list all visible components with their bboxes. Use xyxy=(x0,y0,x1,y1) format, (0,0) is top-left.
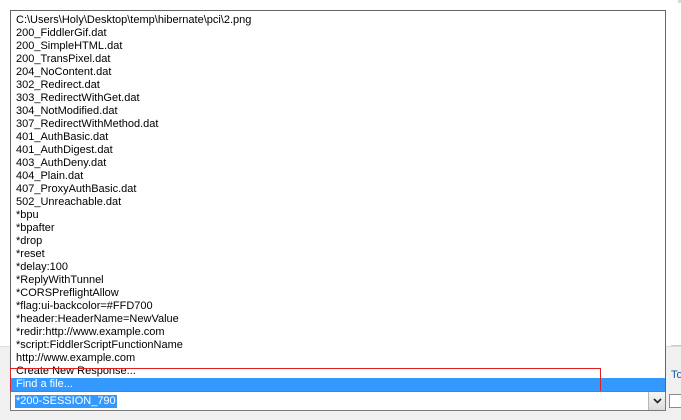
list-item-204-nocontent[interactable]: 204_NoContent.dat xyxy=(11,66,665,79)
list-item-bpu[interactable]: *bpu xyxy=(11,209,665,222)
list-item-replywithtunnel[interactable]: *ReplyWithTunnel xyxy=(11,274,665,287)
list-item-create-new-response[interactable]: Create New Response... xyxy=(11,365,665,378)
list-item-302-redirect[interactable]: 302_Redirect.dat xyxy=(11,79,665,92)
list-item-401-authbasic[interactable]: 401_AuthBasic.dat xyxy=(11,131,665,144)
list-item-drop[interactable]: *drop xyxy=(11,235,665,248)
list-item-reset[interactable]: *reset xyxy=(11,248,665,261)
list-item-404-plain[interactable]: 404_Plain.dat xyxy=(11,170,665,183)
list-item-corspreflightallow[interactable]: *CORSPreflightAllow xyxy=(11,287,665,300)
list-item-flag-backcolor[interactable]: *flag:ui-backcolor=#FFD700 xyxy=(11,300,665,313)
background-label: To xyxy=(671,369,681,381)
list-item-200-fiddlergif[interactable]: 200_FiddlerGif.dat xyxy=(11,27,665,40)
list-item-307-redirectwithmethod[interactable]: 307_RedirectWithMethod.dat xyxy=(11,118,665,131)
list-item-file-path[interactable]: C:\Users\Holy\Desktop\temp\hibernate\pci… xyxy=(11,14,665,27)
screen: To C:\Users\Holy\Desktop\temp\hibernate\… xyxy=(0,0,681,420)
list-item-407-proxyauthbasic[interactable]: 407_ProxyAuthBasic.dat xyxy=(11,183,665,196)
background-separator xyxy=(671,345,681,346)
list-item-200-simplehtml[interactable]: 200_SimpleHTML.dat xyxy=(11,40,665,53)
list-item-403-authdeny[interactable]: 403_AuthDeny.dat xyxy=(11,157,665,170)
chevron-down-icon xyxy=(652,398,662,404)
combo-value[interactable]: *200-SESSION_790 xyxy=(15,395,117,408)
response-dropdown-list[interactable]: C:\Users\Holy\Desktop\temp\hibernate\pci… xyxy=(10,10,666,391)
background-checkbox[interactable] xyxy=(669,394,681,408)
list-item-example-url[interactable]: http://www.example.com xyxy=(11,352,665,365)
list-item-bpafter[interactable]: *bpafter xyxy=(11,222,665,235)
list-item-502-unreachable[interactable]: 502_Unreachable.dat xyxy=(11,196,665,209)
list-item-header[interactable]: *header:HeaderName=NewValue xyxy=(11,313,665,326)
list-item-200-transpixel[interactable]: 200_TransPixel.dat xyxy=(11,53,665,66)
list-item-401-authdigest[interactable]: 401_AuthDigest.dat xyxy=(11,144,665,157)
list-item-find-a-file[interactable]: Find a file... xyxy=(11,378,665,391)
combo-dropdown-button[interactable] xyxy=(648,392,665,410)
list-item-303-redirectwithget[interactable]: 303_RedirectWithGet.dat xyxy=(11,92,665,105)
response-combo-box[interactable]: *200-SESSION_790 xyxy=(10,391,666,411)
list-item-delay[interactable]: *delay:100 xyxy=(11,261,665,274)
list-item-script[interactable]: *script:FiddlerScriptFunctionName xyxy=(11,339,665,352)
list-item-redir[interactable]: *redir:http://www.example.com xyxy=(11,326,665,339)
list-item-304-notmodified[interactable]: 304_NotModified.dat xyxy=(11,105,665,118)
